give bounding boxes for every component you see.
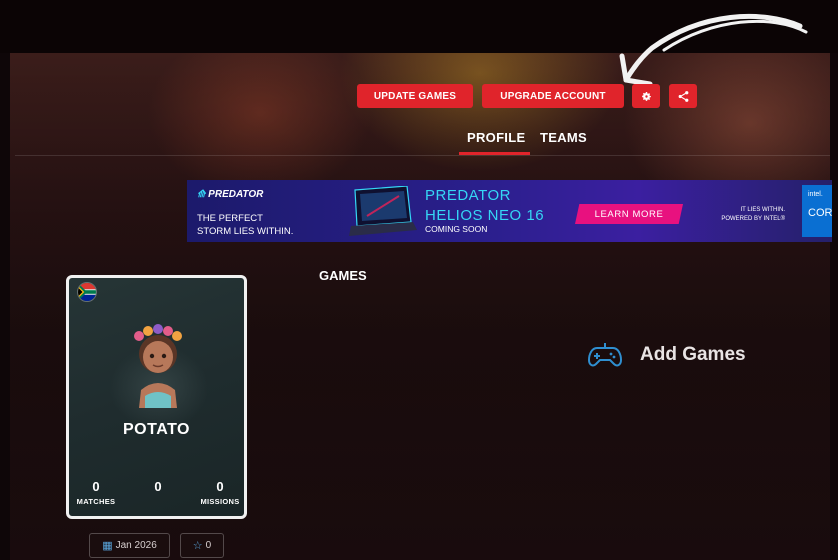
stars-badge[interactable]: ☆ 0 <box>180 533 224 558</box>
update-games-button[interactable]: UPDATE GAMES <box>357 84 473 108</box>
south-africa-flag-icon <box>77 282 97 302</box>
settings-button[interactable] <box>632 84 660 108</box>
stat-missions-label: MISSIONS <box>200 497 240 506</box>
ad-banner[interactable]: ⟰ PREDATOR THE PERFECT STORM LIES WITHIN… <box>187 180 832 242</box>
ad-intel-line2: POWERED BY INTEL® <box>721 216 785 222</box>
avatar <box>134 324 182 408</box>
ad-intel-line1: IT LIES WITHIN. <box>740 207 785 213</box>
joined-date-badge: ▦ Jan 2026 <box>89 533 170 558</box>
stat-matches: 0 MATCHES <box>69 479 126 507</box>
share-button[interactable] <box>669 84 697 108</box>
profile-card: POTATO 0 MATCHES 0 0 MISSIONS <box>66 275 247 519</box>
stat-middle: 0 <box>128 480 188 497</box>
stat-missions-value: 0 <box>216 479 224 494</box>
ad-brand-logo: ⟰ PREDATOR <box>197 189 263 200</box>
share-icon <box>678 90 688 102</box>
add-games-label: Add Games <box>640 344 746 365</box>
gamepad-icon <box>588 343 622 367</box>
intel-logo-text: intel. <box>808 191 823 198</box>
upgrade-account-button[interactable]: UPGRADE ACCOUNT <box>482 84 624 108</box>
tabs-divider <box>15 155 830 156</box>
ad-product-title: PREDATOR HELIOS NEO 16 <box>425 186 544 226</box>
star-icon: ☆ <box>192 540 203 552</box>
laptop-image <box>349 186 417 236</box>
games-section-title: GAMES <box>319 268 367 283</box>
ad-tagline-line1: THE PERFECT <box>197 213 263 224</box>
stat-matches-value: 0 <box>92 479 100 494</box>
tab-teams[interactable]: TEAMS <box>540 130 587 145</box>
intel-badge: intel. COR <box>802 185 832 237</box>
stars-count: 0 <box>205 540 212 551</box>
intel-core-text: COR <box>808 207 832 219</box>
ad-product-line1: PREDATOR <box>425 187 511 204</box>
profile-name: POTATO <box>123 421 190 438</box>
ad-coming-soon: COMING SOON <box>425 224 488 234</box>
joined-date-text: Jan 2026 <box>115 540 157 551</box>
calendar-icon: ▦ <box>102 540 113 552</box>
ad-product-line2: HELIOS NEO 16 <box>425 207 545 224</box>
add-games-button[interactable]: Add Games <box>588 342 746 368</box>
ad-tagline: THE PERFECT STORM LIES WITHIN. <box>197 212 293 238</box>
ad-intel-tagline: IT LIES WITHIN. POWERED BY INTEL® <box>695 206 785 224</box>
ad-learn-more-button[interactable]: LEARN MORE <box>575 204 683 224</box>
stat-matches-label: MATCHES <box>76 497 116 506</box>
stat-middle-value: 0 <box>154 479 162 494</box>
gear-icon <box>641 91 651 101</box>
ad-tagline-line2: STORM LIES WITHIN. <box>197 226 294 237</box>
predator-logo-icon: ⟰ <box>197 189 206 200</box>
stat-missions: 0 MISSIONS <box>190 479 244 507</box>
ad-brand-text: PREDATOR <box>208 189 264 200</box>
tab-profile[interactable]: PROFILE <box>467 130 525 145</box>
